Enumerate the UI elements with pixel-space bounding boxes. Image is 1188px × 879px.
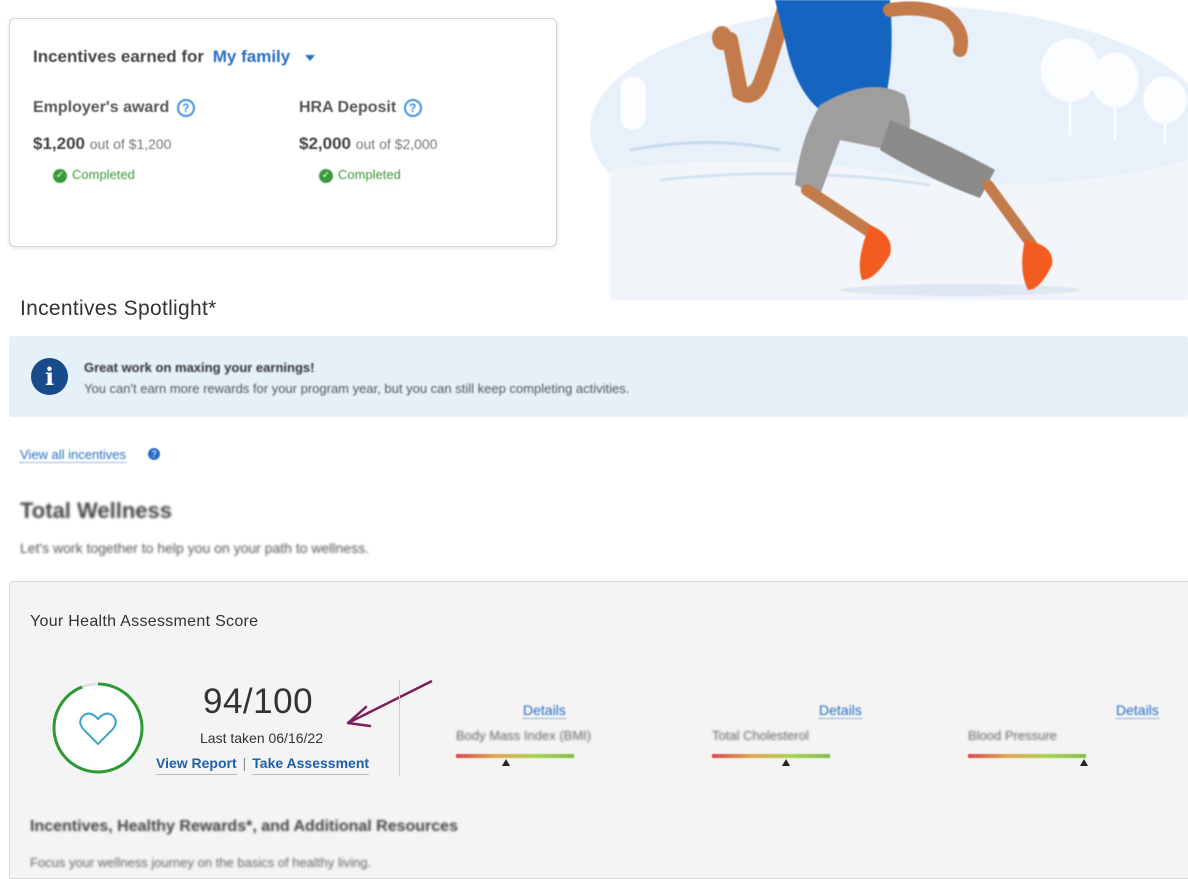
cholesterol-label: Total Cholesterol <box>712 728 809 743</box>
last-taken-date: Last taken 06/16/22 <box>200 730 323 746</box>
employer-award-label: Employer's award <box>33 99 170 116</box>
blood-pressure-range-bar <box>968 754 1086 758</box>
incentives-title: Incentives earned for My family <box>33 47 315 67</box>
total-wellness-subtitle: Let's work together to help you on your … <box>20 540 369 556</box>
incentives-title-text: Incentives earned for <box>33 47 205 66</box>
check-circle-icon: ✓ <box>319 168 333 183</box>
annotation-arrow <box>346 679 433 728</box>
view-report-link[interactable]: View Report <box>156 755 237 775</box>
hra-deposit-label: HRA Deposit <box>299 99 397 116</box>
status-text: Completed <box>338 167 401 182</box>
bmi-label: Body Mass Index (BMI) <box>456 728 592 743</box>
score-ring <box>52 682 144 774</box>
assessment-title: Your Health Assessment Score <box>30 613 259 630</box>
link-separator: | <box>242 755 247 771</box>
status-badge: ✓ Completed <box>319 167 437 183</box>
incentives-card: Incentives earned for My family Employer… <box>9 18 557 247</box>
family-select-label[interactable]: My family <box>213 47 290 66</box>
hra-deposit: HRA Deposit ? $2,000 out of $2,000 ✓ Comp… <box>299 99 437 183</box>
banner-heading: Great work on maxing your earnings! <box>84 360 315 375</box>
employer-award-amount: $1,200 out of $1,200 <box>33 134 195 154</box>
hra-deposit-max: out of $2,000 <box>355 136 438 152</box>
employer-award-max: out of $1,200 <box>89 136 172 152</box>
health-assessment-panel: Your Health Assessment Score 94/100 Last… <box>9 581 1188 879</box>
help-icon[interactable]: ? <box>176 99 195 117</box>
info-icon: i <box>31 358 68 395</box>
employer-award-earned: $1,200 <box>33 134 85 153</box>
banner-text: You can't earn more rewards for your pro… <box>84 381 630 396</box>
resources-subtitle: Focus your wellness journey on the basic… <box>30 855 372 870</box>
resources-title: Incentives, Healthy Rewards*, and Additi… <box>30 818 458 835</box>
check-circle-icon: ✓ <box>53 168 67 183</box>
status-badge: ✓ Completed <box>53 167 195 183</box>
bmi-range-bar <box>456 754 574 758</box>
cholesterol-marker <box>782 759 791 766</box>
total-wellness-title: Total Wellness <box>20 498 173 523</box>
assessment-score: 94/100 <box>203 682 314 721</box>
hra-deposit-earned: $2,000 <box>299 134 351 153</box>
bmi-details-link[interactable]: Details <box>523 702 566 719</box>
runner-illustration <box>590 0 1188 300</box>
spotlight-title: Incentives Spotlight* <box>20 297 217 320</box>
cholesterol-range-bar <box>712 754 830 758</box>
info-banner: i Great work on maxing your earnings! Yo… <box>9 336 1188 417</box>
cholesterol-details-link[interactable]: Details <box>819 702 862 719</box>
employer-award: Employer's award ? $1,200 out of $1,200 … <box>33 99 195 183</box>
help-icon[interactable]: ? <box>148 448 160 460</box>
family-select[interactable]: My family <box>213 47 315 66</box>
divider <box>399 680 400 776</box>
chevron-down-icon[interactable] <box>304 54 315 61</box>
blood-pressure-details-link[interactable]: Details <box>1116 702 1159 719</box>
help-icon[interactable]: ? <box>403 99 422 117</box>
take-assessment-link[interactable]: Take Assessment <box>252 755 370 775</box>
blood-pressure-label: Blood Pressure <box>968 728 1057 743</box>
bmi-marker <box>501 759 510 766</box>
assessment-links: View Report | Take Assessment <box>156 755 370 775</box>
blood-pressure-marker <box>1079 759 1088 766</box>
view-all-incentives-link[interactable]: View all incentives <box>20 447 126 463</box>
status-text: Completed <box>72 167 135 182</box>
hra-deposit-amount: $2,000 out of $2,000 <box>299 134 437 154</box>
